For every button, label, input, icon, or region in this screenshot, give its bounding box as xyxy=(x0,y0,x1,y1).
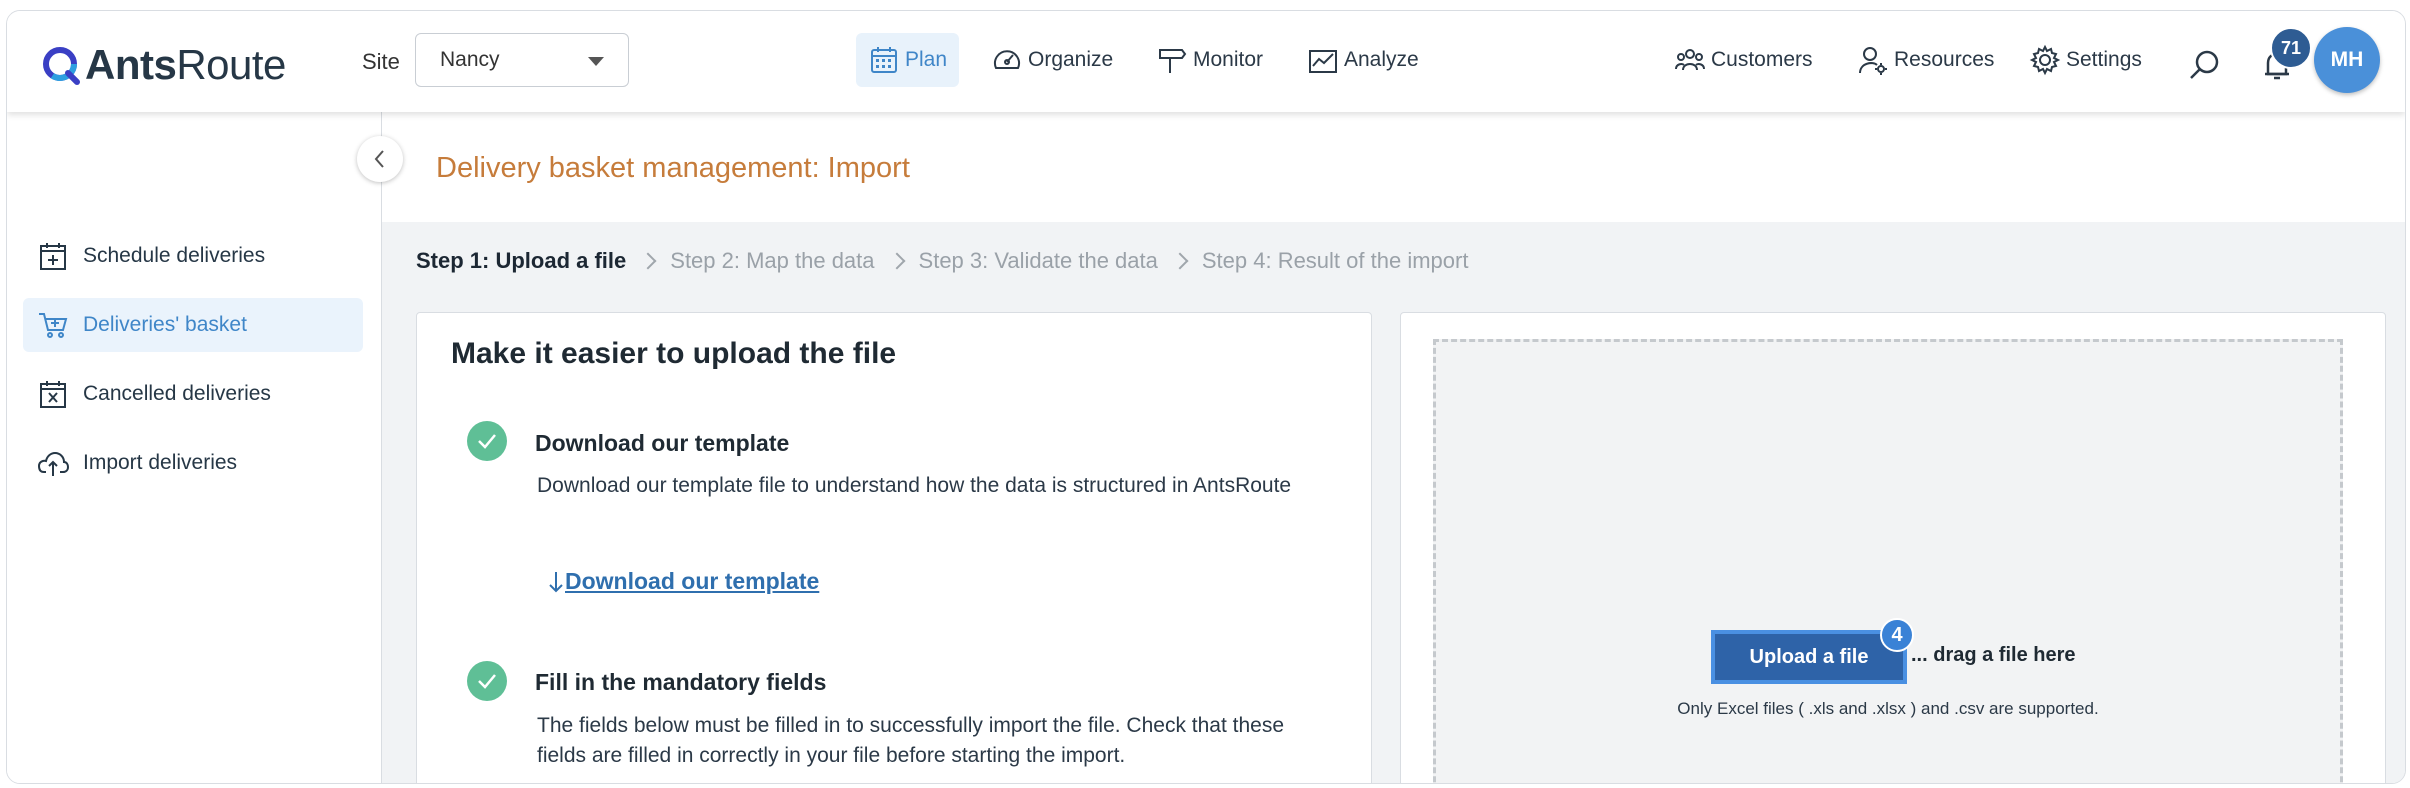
nav-plan-label: Plan xyxy=(905,48,948,71)
customers-icon xyxy=(1675,49,1705,71)
search-icon[interactable] xyxy=(2187,47,2223,83)
signpost-icon xyxy=(1159,49,1187,73)
cloud-upload-icon xyxy=(37,451,69,476)
logo-mark-icon xyxy=(43,47,80,85)
upload-card: Upload a file 4 ... drag a file here Onl… xyxy=(1400,312,2386,783)
nav-resources-label: Resources xyxy=(1894,48,1995,71)
sidebar-item-label: Cancelled deliveries xyxy=(83,382,271,405)
collapse-sidebar-button[interactable] xyxy=(357,136,403,182)
section-text-mandatory: The fields below must be filled in to su… xyxy=(537,714,1285,767)
calendar-icon xyxy=(871,47,897,73)
sidebar-item-schedule-deliveries[interactable]: Schedule deliveries xyxy=(23,229,363,283)
import-stepper: Step 1: Upload a file Step 2: Map the da… xyxy=(416,248,1468,274)
step-validate-data: Step 3: Validate the data xyxy=(918,248,1158,273)
file-dropzone[interactable]: Upload a file 4 ... drag a file here Onl… xyxy=(1433,339,2343,783)
chevron-right-icon xyxy=(888,252,906,270)
upload-badge: 4 xyxy=(1880,618,1914,652)
top-bar: AntsRoute Site Nancy Plan Organize Monit… xyxy=(7,11,2405,112)
step-map-data: Step 2: Map the data xyxy=(670,248,875,273)
calendar-x-icon xyxy=(40,381,66,408)
chevron-right-icon xyxy=(1171,252,1189,270)
section-text-download: Download our template file to understand… xyxy=(537,474,1292,497)
arrow-down-icon xyxy=(549,571,563,592)
sidebar: Schedule deliveries Deliveries' basket C… xyxy=(7,112,382,783)
nav-resources[interactable]: Resources xyxy=(1857,33,1994,87)
nav-settings[interactable]: Settings xyxy=(2029,33,2142,87)
chevron-down-icon xyxy=(588,57,604,66)
chart-icon xyxy=(1309,50,1337,73)
sidebar-item-label: Schedule deliveries xyxy=(83,244,266,267)
site-label: Site xyxy=(362,49,400,74)
drag-file-text: ... drag a file here xyxy=(1911,644,2076,666)
resources-icon xyxy=(1859,47,1887,75)
chevron-right-icon xyxy=(639,252,657,270)
sidebar-item-import-deliveries[interactable]: Import deliveries xyxy=(23,436,363,490)
sidebar-item-deliveries-basket[interactable]: Deliveries' basket xyxy=(23,298,363,352)
step-upload-file: Step 1: Upload a file xyxy=(416,248,627,273)
page-header: Delivery basket management: Import xyxy=(382,112,2405,223)
sidebar-item-cancelled-deliveries[interactable]: Cancelled deliveries xyxy=(23,367,363,421)
nav-organize[interactable]: Organize xyxy=(991,33,1113,87)
upload-file-button[interactable]: Upload a file xyxy=(1711,630,1907,684)
logo-text: AntsRoute xyxy=(85,41,286,88)
check-icon xyxy=(467,661,507,701)
help-card-title: Make it easier to upload the file xyxy=(451,337,897,370)
help-card: Make it easier to upload the file Downlo… xyxy=(416,312,1372,783)
nav-monitor-label: Monitor xyxy=(1193,48,1264,71)
basket-icon xyxy=(39,313,68,338)
nav-customers[interactable]: Customers xyxy=(1674,33,1813,87)
nav-analyze-label: Analyze xyxy=(1344,48,1419,71)
download-template-link[interactable]: Download our template xyxy=(547,568,819,595)
nav-plan[interactable]: Plan xyxy=(856,33,960,87)
site-select[interactable]: Nancy xyxy=(415,33,629,87)
supported-formats-text: Only Excel files ( .xls and .xlsx ) and … xyxy=(1677,699,2099,718)
check-icon xyxy=(467,421,507,461)
nav-organize-label: Organize xyxy=(1028,48,1114,71)
sidebar-item-label: Deliveries' basket xyxy=(83,313,247,336)
app-window: AntsRoute Site Nancy Plan Organize Monit… xyxy=(6,10,2406,784)
gear-icon xyxy=(2029,44,2061,76)
nav-customers-label: Customers xyxy=(1711,48,1813,71)
site-select-value: Nancy xyxy=(440,48,500,71)
page-title: Delivery basket management: Import xyxy=(436,152,910,184)
download-template-label: Download our template xyxy=(565,568,820,594)
speedometer-icon xyxy=(994,50,1020,69)
nav-settings-label: Settings xyxy=(2066,48,2142,71)
nav-analyze[interactable]: Analyze xyxy=(1307,33,1419,87)
main-content: Step 1: Upload a file Step 2: Map the da… xyxy=(382,222,2405,783)
chevron-left-icon xyxy=(374,150,384,168)
step-result-import: Step 4: Result of the import xyxy=(1201,248,1469,273)
section-title-mandatory: Fill in the mandatory fields xyxy=(535,669,827,695)
calendar-plus-icon xyxy=(40,243,66,270)
user-avatar[interactable]: MH xyxy=(2314,27,2380,93)
notification-badge: 71 xyxy=(2270,27,2312,69)
section-title-download: Download our template xyxy=(535,430,790,456)
nav-monitor[interactable]: Monitor xyxy=(1156,33,1263,87)
sidebar-item-label: Import deliveries xyxy=(83,451,238,474)
antsroute-logo[interactable]: AntsRoute xyxy=(41,41,286,89)
